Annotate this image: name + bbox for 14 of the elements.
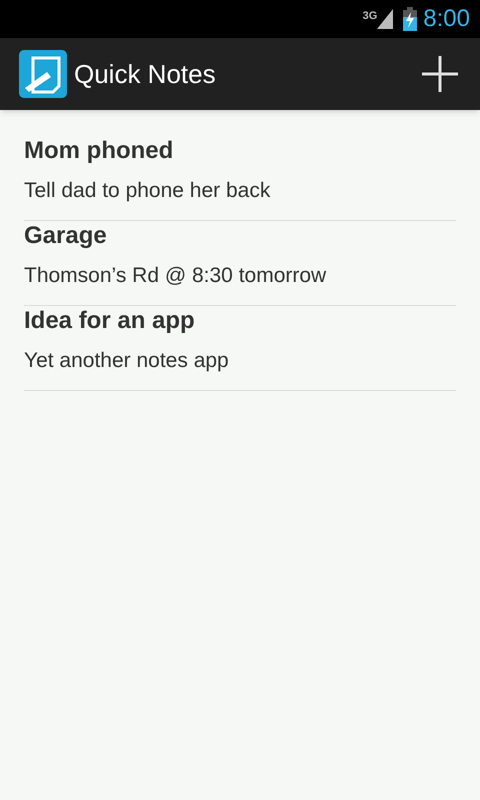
signal-icon [377, 9, 394, 29]
app-title: Quick Notes [74, 58, 216, 90]
note-title[interactable]: Mom phoned [24, 136, 174, 174]
battery-charging-icon [403, 7, 418, 31]
note-body[interactable]: Tell dad to phone her back [24, 176, 270, 206]
note-title[interactable]: Garage [24, 221, 107, 259]
note-body[interactable]: Yet another notes app [24, 346, 229, 376]
add-button[interactable] [420, 54, 460, 94]
network-type-label: 3G [362, 11, 378, 22]
clock: 8:00 [423, 7, 470, 31]
add-icon [422, 56, 458, 92]
app-icon[interactable] [19, 50, 67, 98]
note-body[interactable]: Thomson’s Rd @ 8:30 tomorrow [24, 261, 326, 291]
note-title[interactable]: Idea for an app [24, 306, 195, 344]
